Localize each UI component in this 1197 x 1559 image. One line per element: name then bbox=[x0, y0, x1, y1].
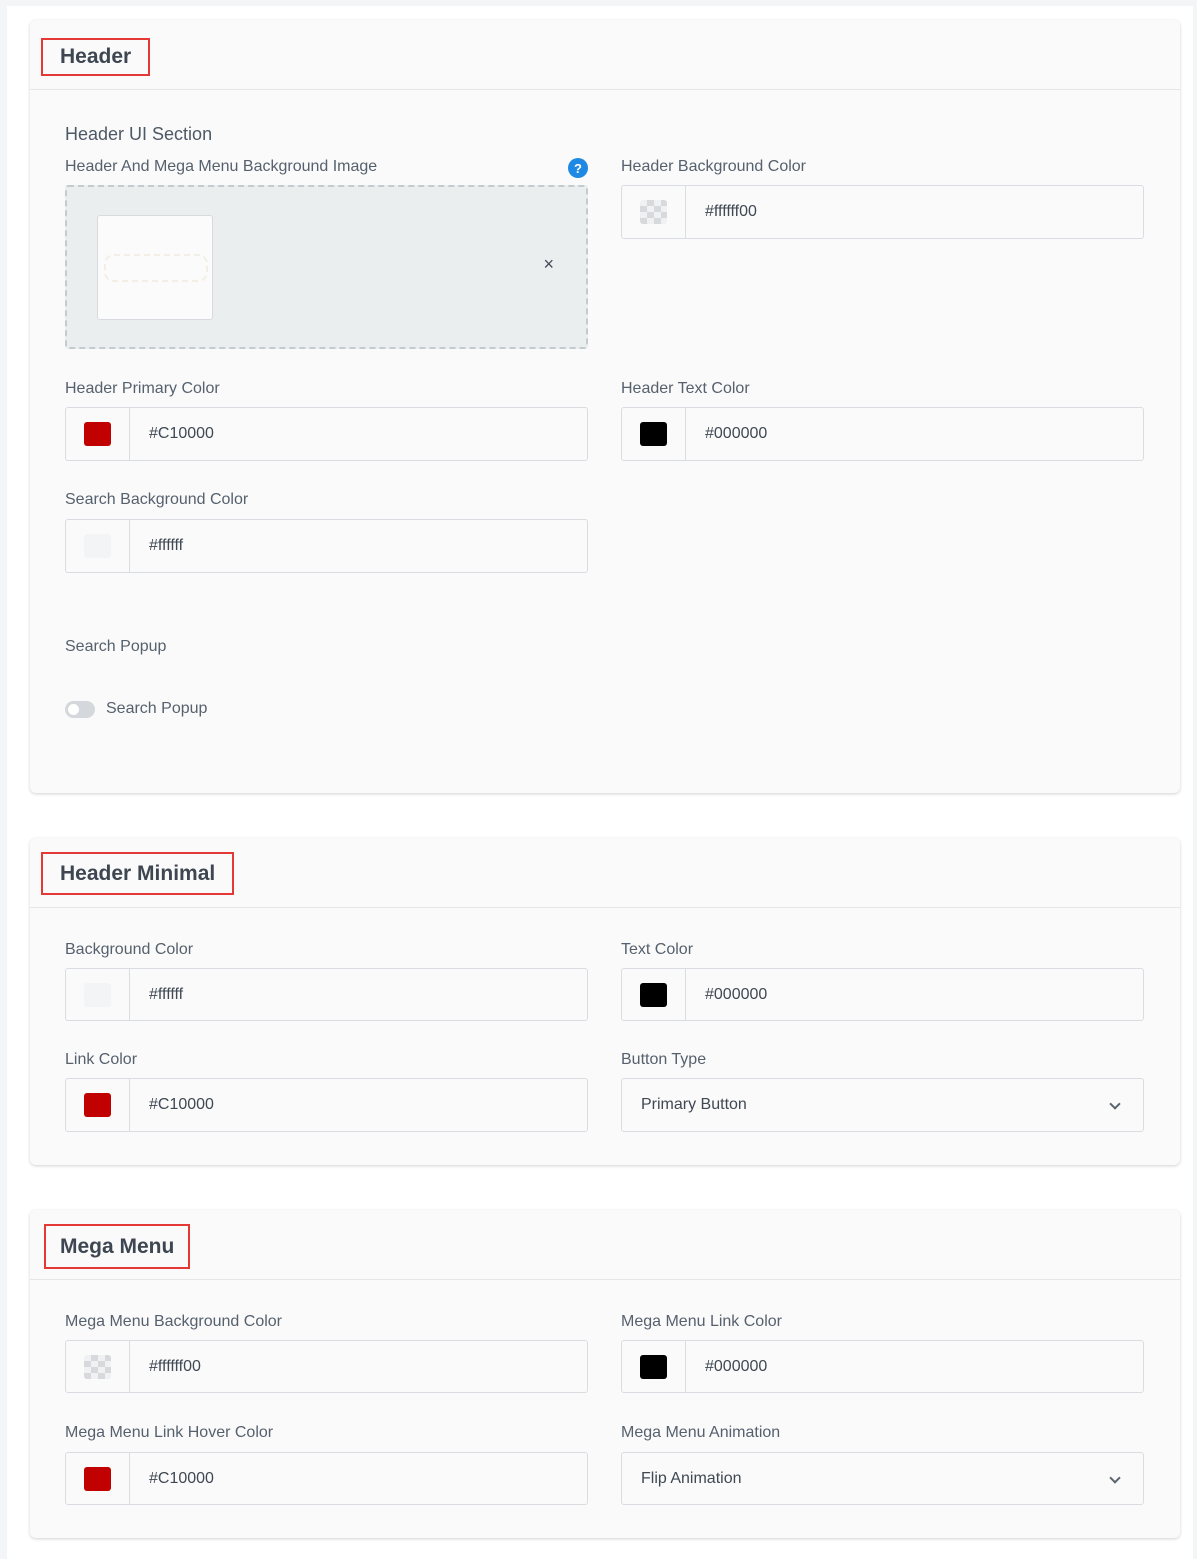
mega-link-hover-swatch-box[interactable] bbox=[66, 1453, 130, 1504]
mega-link-color-label: Mega Menu Link Color bbox=[621, 1313, 782, 1330]
mega-bg-color-swatch-box[interactable] bbox=[66, 1341, 130, 1392]
minimal-bg-color-swatch-box[interactable] bbox=[66, 969, 130, 1020]
header-primary-color-input[interactable]: #C10000 bbox=[130, 408, 214, 460]
white-swatch-icon bbox=[84, 982, 111, 1007]
mega-bg-color-field[interactable]: #ffffff00 bbox=[65, 1340, 588, 1393]
header-primary-color-label: Header Primary Color bbox=[65, 380, 220, 397]
header-bg-color-field[interactable]: #ffffff00 bbox=[621, 185, 1144, 239]
toggle-knob bbox=[68, 704, 79, 715]
search-popup-section-label: Search Popup bbox=[65, 638, 167, 655]
header-minimal-card-title: Header Minimal bbox=[41, 852, 235, 895]
mega-bg-color-label: Mega Menu Background Color bbox=[65, 1313, 283, 1330]
red-swatch-icon bbox=[84, 422, 111, 446]
minimal-bg-color-label: Background Color bbox=[65, 941, 194, 958]
transparent-swatch-icon bbox=[84, 1354, 111, 1379]
search-bg-color-label: Search Background Color bbox=[65, 491, 249, 508]
header-bg-color-label: Header Background Color bbox=[621, 158, 806, 175]
header-card: Header Header UI Section Header And Mega… bbox=[30, 20, 1180, 793]
minimal-text-color-input[interactable]: #000000 bbox=[686, 969, 767, 1020]
header-primary-color-field[interactable]: #C10000 bbox=[65, 407, 588, 461]
header-bg-color-swatch-box[interactable] bbox=[622, 186, 686, 238]
mega-link-hover-input[interactable]: #C10000 bbox=[130, 1453, 214, 1504]
minimal-link-color-swatch-box[interactable] bbox=[66, 1079, 130, 1131]
mega-link-color-field[interactable]: #000000 bbox=[621, 1340, 1144, 1393]
minimal-text-color-field[interactable]: #000000 bbox=[621, 968, 1144, 1021]
mega-bg-color-input[interactable]: #ffffff00 bbox=[130, 1341, 201, 1392]
search-bg-color-input[interactable]: #ffffff bbox=[130, 520, 183, 572]
mega-menu-card-header: Mega Menu bbox=[30, 1210, 1180, 1280]
header-card-header: Header bbox=[30, 20, 1180, 90]
bg-image-thumbnail[interactable] bbox=[97, 215, 213, 320]
header-minimal-card: Header Minimal Background Color #ffffff … bbox=[30, 838, 1180, 1165]
mega-animation-label: Mega Menu Animation bbox=[621, 1424, 781, 1441]
minimal-link-color-field[interactable]: #C10000 bbox=[65, 1078, 588, 1132]
header-text-color-field[interactable]: #000000 bbox=[621, 407, 1144, 461]
search-popup-toggle[interactable] bbox=[65, 701, 95, 718]
header-primary-color-swatch-box[interactable] bbox=[66, 408, 130, 460]
search-popup-toggle-label: Search Popup bbox=[106, 700, 208, 717]
red-swatch-icon bbox=[84, 1093, 111, 1117]
mega-link-hover-label: Mega Menu Link Hover Color bbox=[65, 1424, 274, 1441]
red-swatch-icon bbox=[84, 1466, 111, 1491]
mega-animation-select[interactable]: Flip Animation bbox=[621, 1452, 1144, 1505]
header-ui-section-label: Header UI Section bbox=[65, 124, 213, 144]
minimal-link-color-input[interactable]: #C10000 bbox=[130, 1079, 214, 1131]
mega-link-hover-field[interactable]: #C10000 bbox=[65, 1452, 588, 1505]
header-card-title: Header bbox=[41, 38, 151, 76]
black-swatch-icon bbox=[640, 422, 667, 446]
header-minimal-card-header: Header Minimal bbox=[30, 838, 1180, 908]
minimal-bg-color-input[interactable]: #ffffff bbox=[130, 969, 183, 1020]
mega-animation-value: Flip Animation bbox=[641, 1469, 742, 1487]
header-text-color-label: Header Text Color bbox=[621, 380, 750, 397]
black-swatch-icon bbox=[640, 982, 667, 1007]
header-bg-image-label: Header And Mega Menu Background Image bbox=[65, 158, 378, 175]
close-icon[interactable]: × bbox=[543, 255, 554, 273]
chevron-down-icon bbox=[1109, 1098, 1121, 1110]
transparent-swatch-icon bbox=[640, 200, 667, 224]
mega-menu-card-title: Mega Menu bbox=[44, 1224, 191, 1269]
mega-link-color-swatch-box[interactable] bbox=[622, 1341, 686, 1392]
header-bg-color-input[interactable]: #ffffff00 bbox=[686, 186, 757, 238]
header-text-color-input[interactable]: #000000 bbox=[686, 408, 767, 460]
minimal-text-color-swatch-box[interactable] bbox=[622, 969, 686, 1020]
black-swatch-icon bbox=[640, 1354, 667, 1379]
bg-image-upload-zone[interactable]: × bbox=[65, 185, 588, 349]
search-bg-color-field[interactable]: #ffffff bbox=[65, 519, 588, 573]
white-swatch-icon bbox=[84, 534, 111, 558]
minimal-text-color-label: Text Color bbox=[621, 941, 694, 958]
image-placeholder-icon bbox=[104, 254, 208, 282]
chevron-down-icon bbox=[1109, 1472, 1121, 1484]
minimal-link-color-label: Link Color bbox=[65, 1051, 138, 1068]
header-text-color-swatch-box[interactable] bbox=[622, 408, 686, 460]
button-type-select[interactable]: Primary Button bbox=[621, 1078, 1144, 1132]
search-bg-color-swatch-box[interactable] bbox=[66, 520, 130, 572]
minimal-bg-color-field[interactable]: #ffffff bbox=[65, 968, 588, 1021]
help-icon[interactable]: ? bbox=[568, 158, 588, 178]
button-type-value: Primary Button bbox=[641, 1096, 747, 1113]
mega-link-color-input[interactable]: #000000 bbox=[686, 1341, 767, 1392]
button-type-label: Button Type bbox=[621, 1051, 707, 1068]
mega-menu-card: Mega Menu Mega Menu Background Color #ff… bbox=[30, 1210, 1180, 1538]
